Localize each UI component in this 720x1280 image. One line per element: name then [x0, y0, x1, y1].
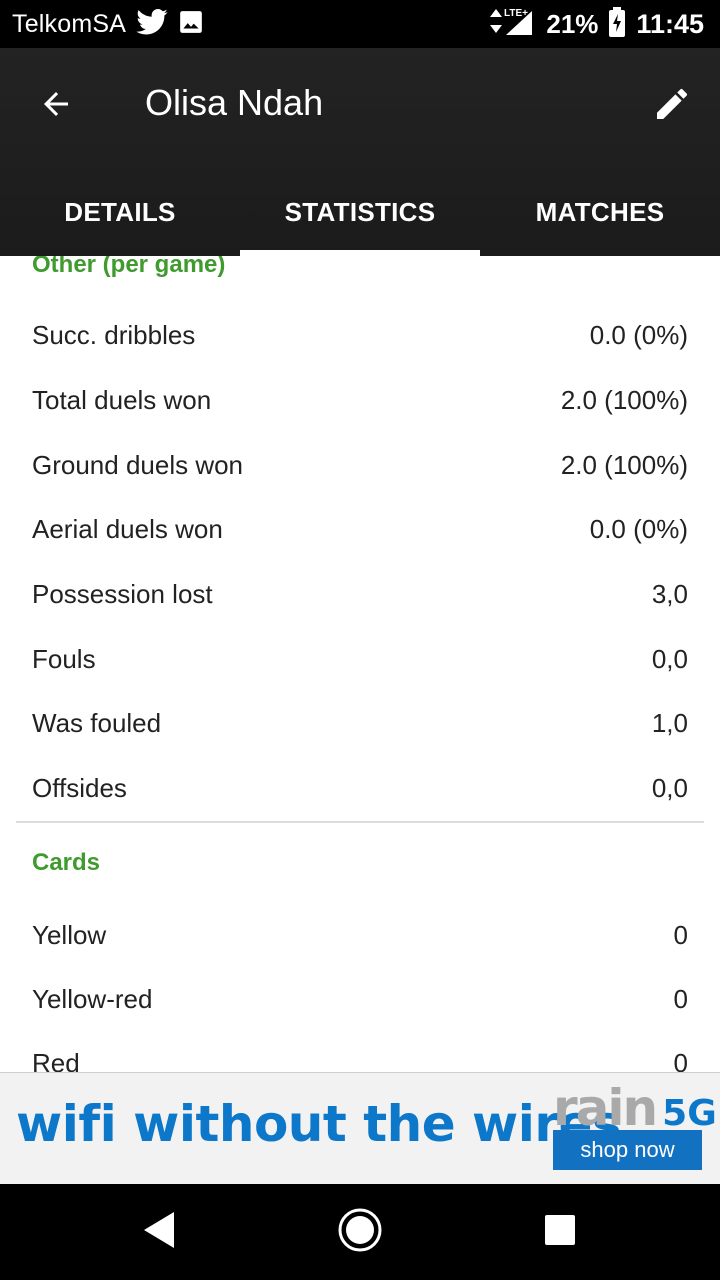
- ad-brand-suffix: 5G: [662, 1093, 717, 1134]
- stat-label: Fouls: [32, 643, 96, 674]
- stat-value: 2.0 (100%): [560, 384, 688, 415]
- stat-value: 0: [673, 919, 688, 950]
- clock: 11:45: [636, 8, 704, 39]
- triangle-back-icon: [140, 1210, 180, 1255]
- stat-row: Red 0: [32, 1031, 688, 1073]
- stat-value: 0.0 (0%): [589, 319, 688, 350]
- stat-label: Succ. dribbles: [32, 319, 196, 350]
- stat-label: Offsides: [32, 772, 127, 803]
- arrow-back-icon: [38, 86, 74, 127]
- navigation-bar: [0, 1184, 720, 1280]
- tab-bar: DETAILS STATISTICS MATCHES: [0, 168, 720, 256]
- stat-label: Ground duels won: [32, 449, 244, 480]
- image-icon: [178, 9, 204, 40]
- stat-value: 3,0: [651, 578, 688, 609]
- section-divider: [16, 821, 704, 823]
- ad-banner[interactable]: wifi without the wires rain 5G shop now: [0, 1072, 720, 1185]
- stat-row: Aerial duels won 0.0 (0%): [32, 497, 688, 561]
- ad-headline: wifi without the wires: [16, 1095, 622, 1153]
- stat-row: Total duels won 2.0 (100%): [32, 368, 688, 432]
- stat-value: 1,0: [651, 707, 688, 738]
- nav-recents-button[interactable]: [536, 1208, 584, 1256]
- page-title: Olisa Ndah: [145, 82, 324, 123]
- tab-statistics[interactable]: STATISTICS: [240, 168, 480, 256]
- ad-brand-logo: rain 5G: [553, 1079, 717, 1137]
- stat-value: 0,0: [651, 772, 688, 803]
- stat-value: 0,0: [651, 643, 688, 674]
- stat-label: Red: [32, 1047, 80, 1073]
- stat-label: Total duels won: [32, 384, 212, 415]
- nav-home-button[interactable]: [336, 1208, 384, 1256]
- stat-row: Yellow 0: [32, 903, 688, 967]
- app-bar: Olisa Ndah DETAILS STATISTICS MATCHES: [0, 48, 720, 256]
- stat-value: 2.0 (100%): [560, 449, 688, 480]
- nav-back-button[interactable]: [136, 1208, 184, 1256]
- stat-row: Fouls 0,0: [32, 627, 688, 691]
- stat-label: Yellow-red: [32, 983, 153, 1014]
- stat-value: 0: [673, 1047, 688, 1073]
- stat-label: Yellow: [32, 919, 107, 950]
- stat-label: Aerial duels won: [32, 513, 223, 544]
- carrier-name: TelkomSA: [12, 9, 127, 38]
- section-title-cards: Cards: [32, 849, 101, 876]
- battery-charging-icon: [608, 6, 626, 42]
- back-button[interactable]: [30, 80, 82, 132]
- stat-value: 0.0 (0%): [589, 513, 688, 544]
- ad-brand: rain: [553, 1079, 658, 1137]
- stat-row: Offsides 0,0: [32, 756, 688, 820]
- stat-row: Was fouled 1,0: [32, 691, 688, 755]
- tab-matches[interactable]: MATCHES: [480, 168, 720, 256]
- tab-details[interactable]: DETAILS: [0, 168, 240, 256]
- stat-row: Succ. dribbles 0.0 (0%): [32, 303, 688, 367]
- stat-row: Possession lost 3,0: [32, 562, 688, 626]
- stat-value: 0: [673, 983, 688, 1014]
- stat-label: Was fouled: [32, 707, 162, 738]
- statistics-content[interactable]: Other (per game) Succ. dribbles 0.0 (0%)…: [0, 256, 720, 1072]
- stat-row: Ground duels won 2.0 (100%): [32, 433, 688, 497]
- section-title-other: Other (per game): [32, 256, 226, 278]
- network-label: LTE+: [504, 8, 528, 19]
- stat-row: Yellow-red 0: [32, 967, 688, 1031]
- battery-percent: 21%: [546, 8, 599, 39]
- twitter-icon: [136, 8, 168, 40]
- stat-label: Possession lost: [32, 578, 213, 609]
- status-bar: TelkomSA LTE+ 21% 11:45: [0, 0, 720, 48]
- square-recents-icon: [544, 1214, 576, 1251]
- signal-icon: LTE+: [484, 5, 536, 44]
- pencil-icon: [652, 84, 692, 129]
- edit-button[interactable]: [646, 80, 698, 132]
- circle-home-icon: [337, 1207, 383, 1258]
- shop-now-button[interactable]: shop now: [553, 1130, 702, 1170]
